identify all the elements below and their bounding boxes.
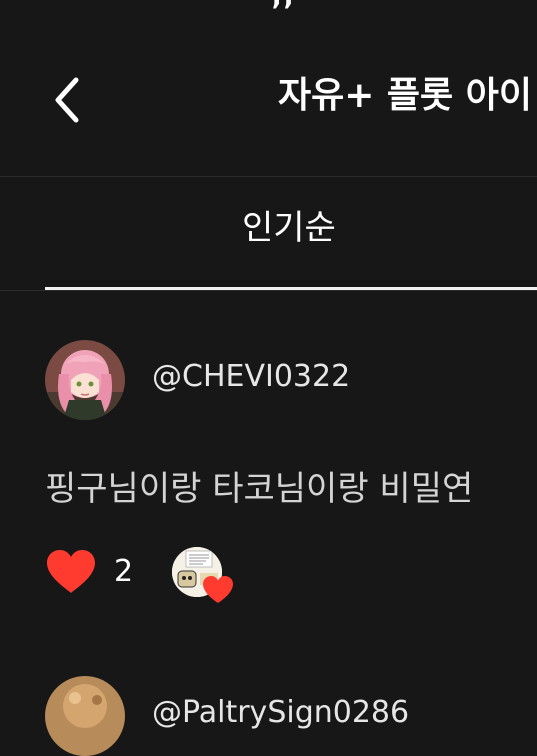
like-count: 2 [114, 554, 134, 589]
heart-icon [203, 576, 233, 603]
comment-item: @PaltrySign0286 [0, 676, 537, 756]
chevron-left-icon [55, 77, 79, 123]
status-bar: ~,, [0, 0, 537, 10]
comment-text: 핑구님이랑 타코님이랑 비밀연 [45, 469, 474, 509]
back-button[interactable] [40, 68, 94, 132]
tab-bar-divider [0, 290, 537, 291]
header: 자유+ 플롯 아이 [0, 40, 537, 177]
like-button[interactable] [45, 549, 97, 595]
username[interactable]: @CHEVI0322 [152, 362, 350, 392]
tab-bar: 인기순 [0, 177, 537, 291]
username[interactable]: @PaltrySign0286 [152, 698, 409, 728]
avatar[interactable] [45, 676, 125, 756]
tab-popular[interactable]: 인기순 [45, 177, 537, 291]
avatar-image [45, 340, 125, 420]
creator-heart [172, 547, 236, 611]
avatar-image [45, 676, 125, 756]
avatar[interactable] [45, 340, 125, 420]
page-title: 자유+ 플롯 아이 [278, 75, 532, 116]
comment-item: @CHEVI0322 핑구님이랑 타코님이랑 비밀연 2 [0, 340, 537, 620]
status-bar-fragment: ~,, [248, 0, 296, 10]
heart-icon [47, 550, 95, 593]
tab-popular-label: 인기순 [242, 208, 336, 248]
